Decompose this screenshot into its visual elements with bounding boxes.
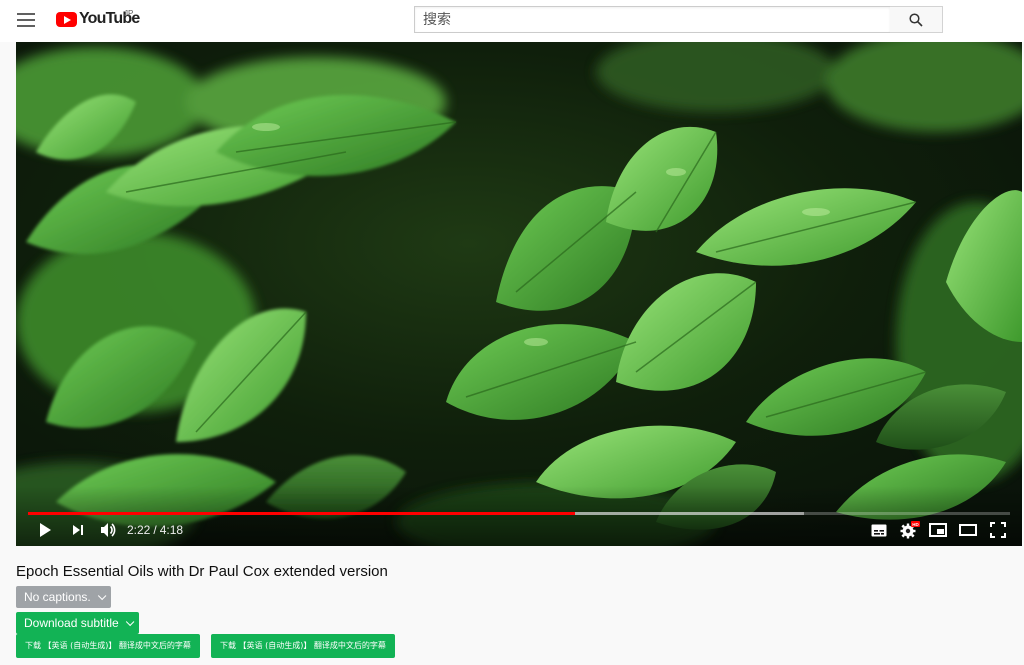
chevron-down-icon [97, 591, 107, 601]
time-separator: / [153, 523, 157, 537]
settings-gear-icon[interactable]: HD [900, 521, 920, 539]
duration: 4:18 [159, 523, 184, 537]
next-icon[interactable] [71, 523, 85, 537]
progress-played [28, 512, 575, 515]
video-player[interactable]: 2:22/4:18 HD [16, 42, 1022, 546]
download-subtitle-button[interactable]: Download subtitle [16, 612, 139, 634]
time-display: 2:22/4:18 [127, 523, 183, 537]
current-time: 2:22 [127, 523, 151, 537]
captions-label: No captions. [24, 590, 91, 604]
miniplayer-icon[interactable] [929, 523, 947, 537]
theater-mode-icon[interactable] [959, 524, 977, 536]
controls-gradient [16, 486, 1022, 546]
masthead: YouTube JP [0, 0, 1024, 42]
download-subtitle-label: Download subtitle [24, 616, 119, 630]
volume-icon[interactable] [99, 521, 117, 539]
menu-icon[interactable] [17, 12, 35, 28]
search-input[interactable] [415, 7, 883, 32]
captions-dropdown[interactable]: No captions. [16, 586, 111, 608]
video-title: Epoch Essential Oils with Dr Paul Cox ex… [16, 563, 388, 580]
search-icon [909, 13, 923, 27]
download-translated-subtitle-button-2[interactable]: 下载 【英语 (自动生成)】 翻译成中文后的字幕 [211, 634, 395, 658]
subtitles-icon[interactable] [871, 524, 887, 537]
chevron-down-icon [125, 617, 135, 627]
download-translated-subtitle-button-1[interactable]: 下载 【英语 (自动生成)】 翻译成中文后的字幕 [16, 634, 200, 658]
search-button[interactable] [890, 6, 943, 33]
play-icon[interactable] [37, 522, 53, 538]
youtube-play-logo-icon [56, 12, 77, 27]
svg-text:HD: HD [912, 522, 919, 527]
logo-region-code: JP [124, 9, 134, 18]
progress-bar[interactable] [28, 512, 1010, 515]
video-frame-mint-leaves[interactable] [16, 42, 1022, 546]
fullscreen-icon[interactable] [990, 522, 1006, 538]
search-box [414, 6, 891, 33]
